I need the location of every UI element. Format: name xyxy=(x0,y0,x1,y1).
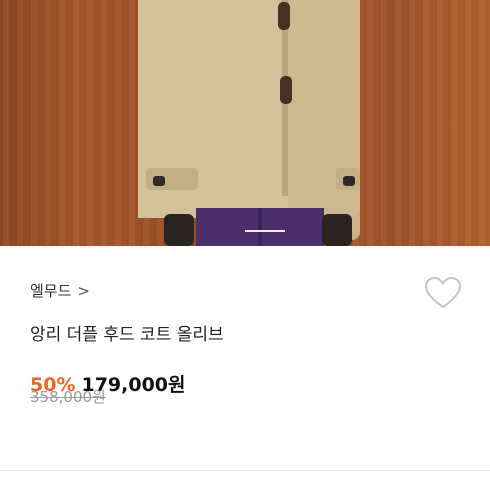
pocket-button xyxy=(153,176,165,186)
pants-crease xyxy=(258,208,262,246)
toggle-button xyxy=(280,76,292,104)
toggle-button xyxy=(278,2,290,30)
heart-outline-icon[interactable] xyxy=(424,276,462,310)
image-carousel-indicator xyxy=(245,230,285,232)
product-image[interactable] xyxy=(0,0,490,246)
pocket-button xyxy=(343,176,355,186)
brand-name: 엘무드 xyxy=(30,282,72,300)
divider xyxy=(0,470,490,471)
brand-link[interactable]: 엘무드 > xyxy=(30,280,90,301)
glove xyxy=(164,214,194,246)
glove xyxy=(322,214,352,246)
product-title: 앙리 더플 후드 코트 올리브 xyxy=(30,325,224,345)
original-price: 358,000원 xyxy=(30,388,106,406)
chevron-right-icon: > xyxy=(77,281,90,300)
